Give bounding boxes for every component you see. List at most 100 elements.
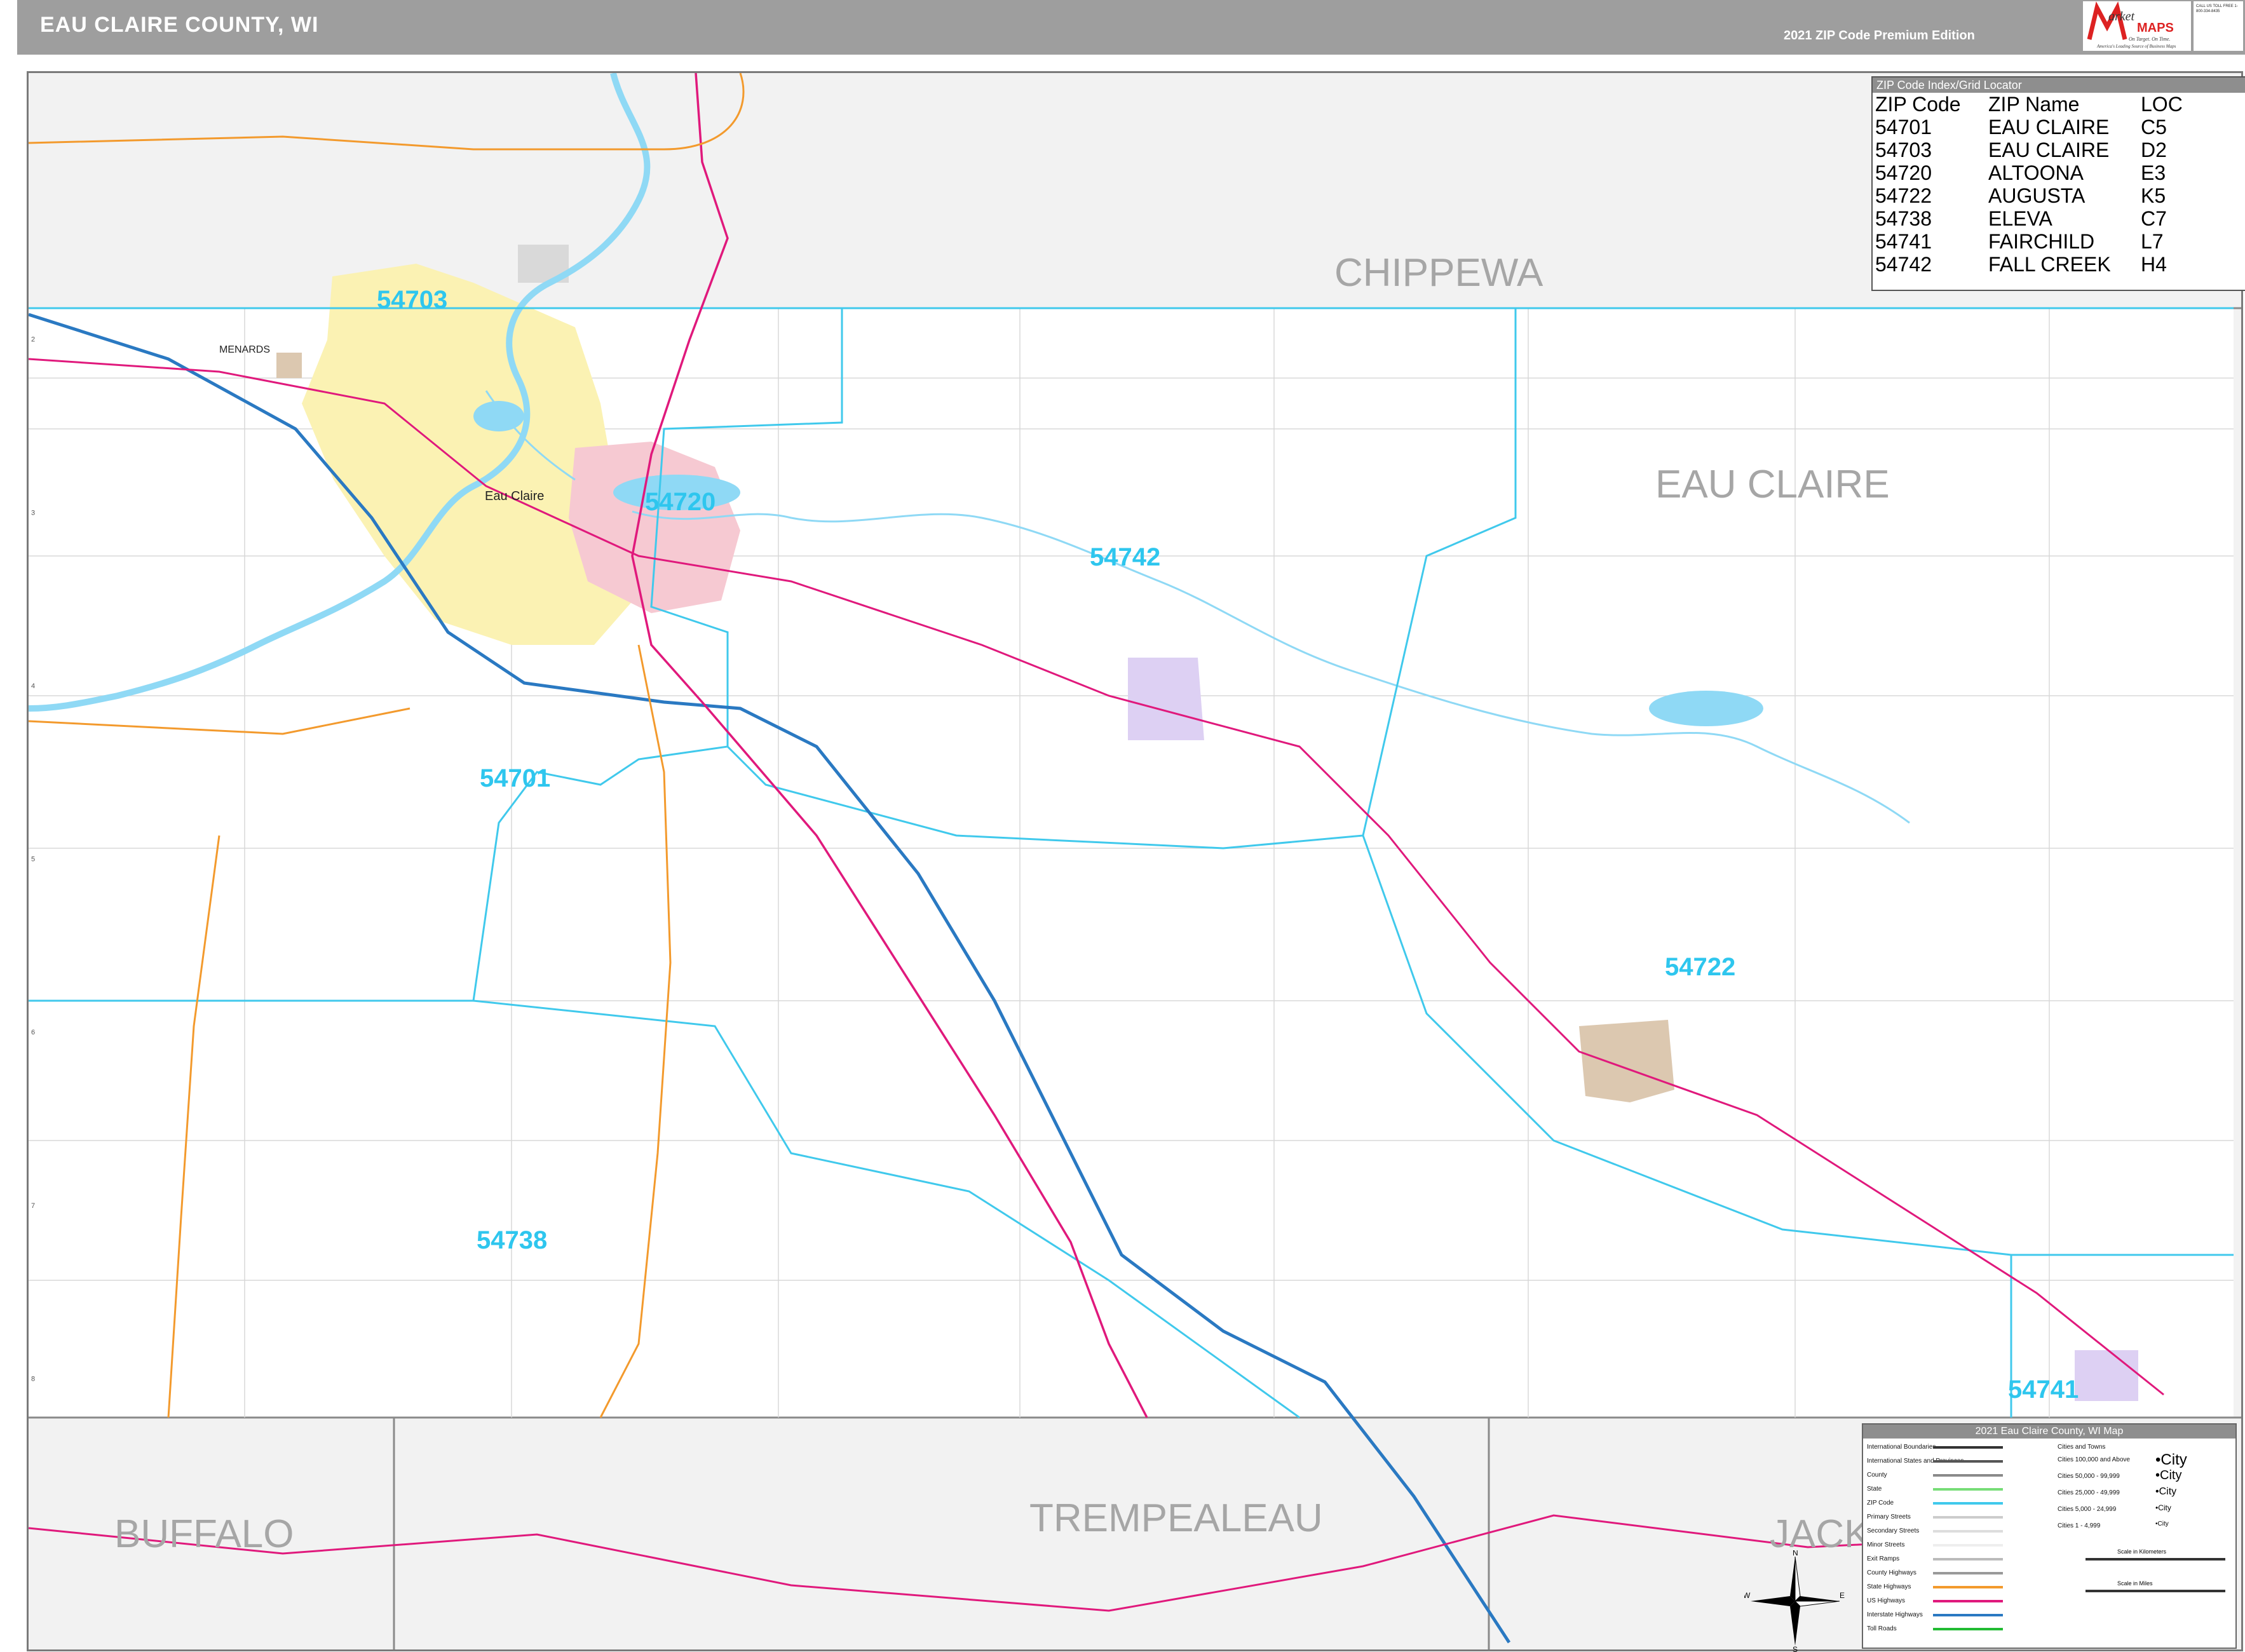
zip-index-name: EAU CLAIRE (1988, 116, 2110, 139)
zip-label-54742: 54742 (1090, 543, 1160, 571)
legend-scale-km-bar (2086, 1558, 2225, 1561)
legend-city-label: Cities 1 - 4,999 (2058, 1522, 2101, 1529)
zip-index-zip: 54741 (1875, 230, 1932, 253)
legend-item-label: State Highways (1867, 1583, 1911, 1590)
zip-index-header-name: ZIP Name (1988, 93, 2080, 116)
logo-phone: CALL US TOLL FREE 1-800-334-8435 (2196, 4, 2238, 13)
legend-city-sample: •City (2155, 1468, 2182, 1483)
legend-item-label: Toll Roads (1867, 1625, 1897, 1632)
zip-index-title: ZIP Code Index/Grid Locator (1873, 78, 2245, 93)
legend-item-swatch (1933, 1488, 2003, 1491)
zip-label-54741: 54741 (2008, 1376, 2079, 1404)
legend-cities-header: Cities and Towns (2058, 1444, 2106, 1451)
svg-text:arket: arket (2108, 10, 2135, 24)
zip-index-zip: 54701 (1875, 116, 1932, 139)
map-title: EAU CLAIRE COUNTY, WI (40, 13, 319, 37)
header-bar: EAU CLAIRE COUNTY, WI 2021 ZIP Code Prem… (17, 0, 2245, 55)
legend-item-swatch (1933, 1502, 2003, 1505)
zip-index-grid: ZIP Code ZIP Name LOC 54701 EAU CLAIRE C… (1875, 93, 2183, 276)
zip-boundary-54742 (726, 307, 1517, 850)
legend-scale-mi-bar (2086, 1590, 2225, 1592)
us-highway-12 (29, 358, 2164, 1396)
compass-w: W (1744, 1591, 1751, 1600)
grid-row-label: 2 (31, 336, 35, 344)
svg-text:MAPS: MAPS (2137, 21, 2174, 35)
state-highway-west (29, 707, 410, 735)
compass-n: N (1793, 1550, 1798, 1557)
legend-item-label: Minor Streets (1867, 1541, 1905, 1548)
compass-rose-icon: N S E W (1744, 1550, 1845, 1652)
grid-row-label: 8 (31, 1375, 35, 1383)
legend-city-sample: •City (2155, 1503, 2171, 1512)
legend-item-swatch (1933, 1628, 2003, 1630)
county-label-jackson: JACK (1770, 1512, 1870, 1556)
legend-scale-km: Scale in Kilometers (2117, 1548, 2167, 1555)
place-label-eau-claire: Eau Claire (485, 489, 544, 503)
logo-contact: CALL US TOLL FREE 1-800-334-8435 (2194, 1, 2243, 51)
zip-boundary-54738 (473, 999, 1300, 1419)
zip-boundary-54722-south (1362, 835, 2234, 1256)
zip-index-zip: 54703 (1875, 139, 1932, 161)
legend-item-swatch (1933, 1460, 2003, 1463)
grid-row-label: 4 (31, 682, 35, 690)
legend-item-label: US Highways (1867, 1597, 1906, 1604)
zip-index-header-zip: ZIP Code (1875, 93, 1961, 116)
legend-item-swatch (1933, 1586, 2003, 1588)
map-canvas: AABBCCDDEEFFGGHHIIJJKKLLMMNN112233445566… (29, 73, 2241, 1649)
zip-label-54722: 54722 (1665, 953, 1735, 981)
legend-item-swatch (1933, 1614, 2003, 1616)
compass-e: E (1840, 1591, 1845, 1600)
legend-scale-mi: Scale in Miles (2117, 1580, 2153, 1587)
legend-item-swatch (1933, 1446, 2003, 1449)
legend-city-sample: •City (2155, 1451, 2187, 1468)
zip-index-loc: E3 (2141, 161, 2166, 184)
lake-eau-claire (1649, 691, 1763, 726)
legend-city-label: Cities 50,000 - 99,999 (2058, 1473, 2120, 1480)
legend-item-label: Primary Streets (1867, 1513, 1911, 1520)
legend-item-swatch (1933, 1516, 2003, 1519)
eau-claire-river (632, 510, 1910, 824)
zip-index-name: FALL CREEK (1988, 253, 2111, 276)
zip-index-loc: C5 (2141, 116, 2167, 139)
zip-index-zip: 54742 (1875, 253, 1932, 276)
zip-index-name: FAIRCHILD (1988, 230, 2095, 253)
county-label-chippewa: CHIPPEWA (1334, 251, 1543, 295)
legend-city-label: Cities 5,000 - 24,999 (2058, 1506, 2117, 1513)
map-legend: 2021 Eau Claire County, WI Map Internati… (1862, 1423, 2237, 1649)
compass-s: S (1793, 1645, 1798, 1652)
legend-item-label: Interstate Highways (1867, 1611, 1923, 1618)
fairchild-city-area (2075, 1350, 2138, 1401)
zip-index-loc: H4 (2141, 253, 2167, 276)
zip-index-row: 54738 ELEVA C7 (1875, 207, 2183, 230)
zip-index-header-row: ZIP Code ZIP Name LOC (1875, 93, 2183, 116)
zip-index-row: 54741 FAIRCHILD L7 (1875, 230, 2183, 253)
legend-item-swatch (1933, 1474, 2003, 1477)
half-moon-lake (473, 401, 524, 431)
zip-label-54701: 54701 (480, 764, 550, 792)
county-label-buffalo: BUFFALO (114, 1512, 294, 1556)
map-edition: 2021 ZIP Code Premium Edition (1784, 29, 1975, 43)
market-maps-logo: arket MAPS On Target. On Time. America's… (2083, 1, 2191, 51)
svg-text:On Target. On Time.: On Target. On Time. (2129, 36, 2170, 42)
legend-title: 2021 Eau Claire County, WI Map (1863, 1425, 2235, 1439)
grid-row-label: 7 (31, 1202, 35, 1210)
legend-item-swatch (1933, 1558, 2003, 1561)
zip-index-loc: C7 (2141, 207, 2167, 230)
legend-item-label: County (1867, 1472, 1887, 1479)
legend-item-label: International Boundaries (1867, 1444, 1936, 1451)
legend-item-swatch (1933, 1600, 2003, 1602)
east-county-strip (2234, 308, 2241, 1418)
zip-index-header-loc: LOC (2141, 93, 2183, 116)
menards-area (276, 353, 302, 378)
grid-row-label: 6 (31, 1029, 35, 1036)
zip-index-name: ELEVA (1988, 207, 2052, 230)
augusta-city-area (1579, 1020, 1674, 1102)
legend-item-label: Secondary Streets (1867, 1527, 1920, 1534)
logo-graphic: arket MAPS On Target. On Time. America's… (2087, 1, 2176, 49)
legend-item-label: County Highways (1867, 1569, 1916, 1576)
zip-label-54720: 54720 (645, 488, 716, 516)
state-highway-southwest (167, 835, 220, 1418)
zip-label-54738: 54738 (477, 1226, 547, 1254)
legend-item-swatch (1933, 1530, 2003, 1533)
zip-index-loc: K5 (2141, 184, 2166, 207)
